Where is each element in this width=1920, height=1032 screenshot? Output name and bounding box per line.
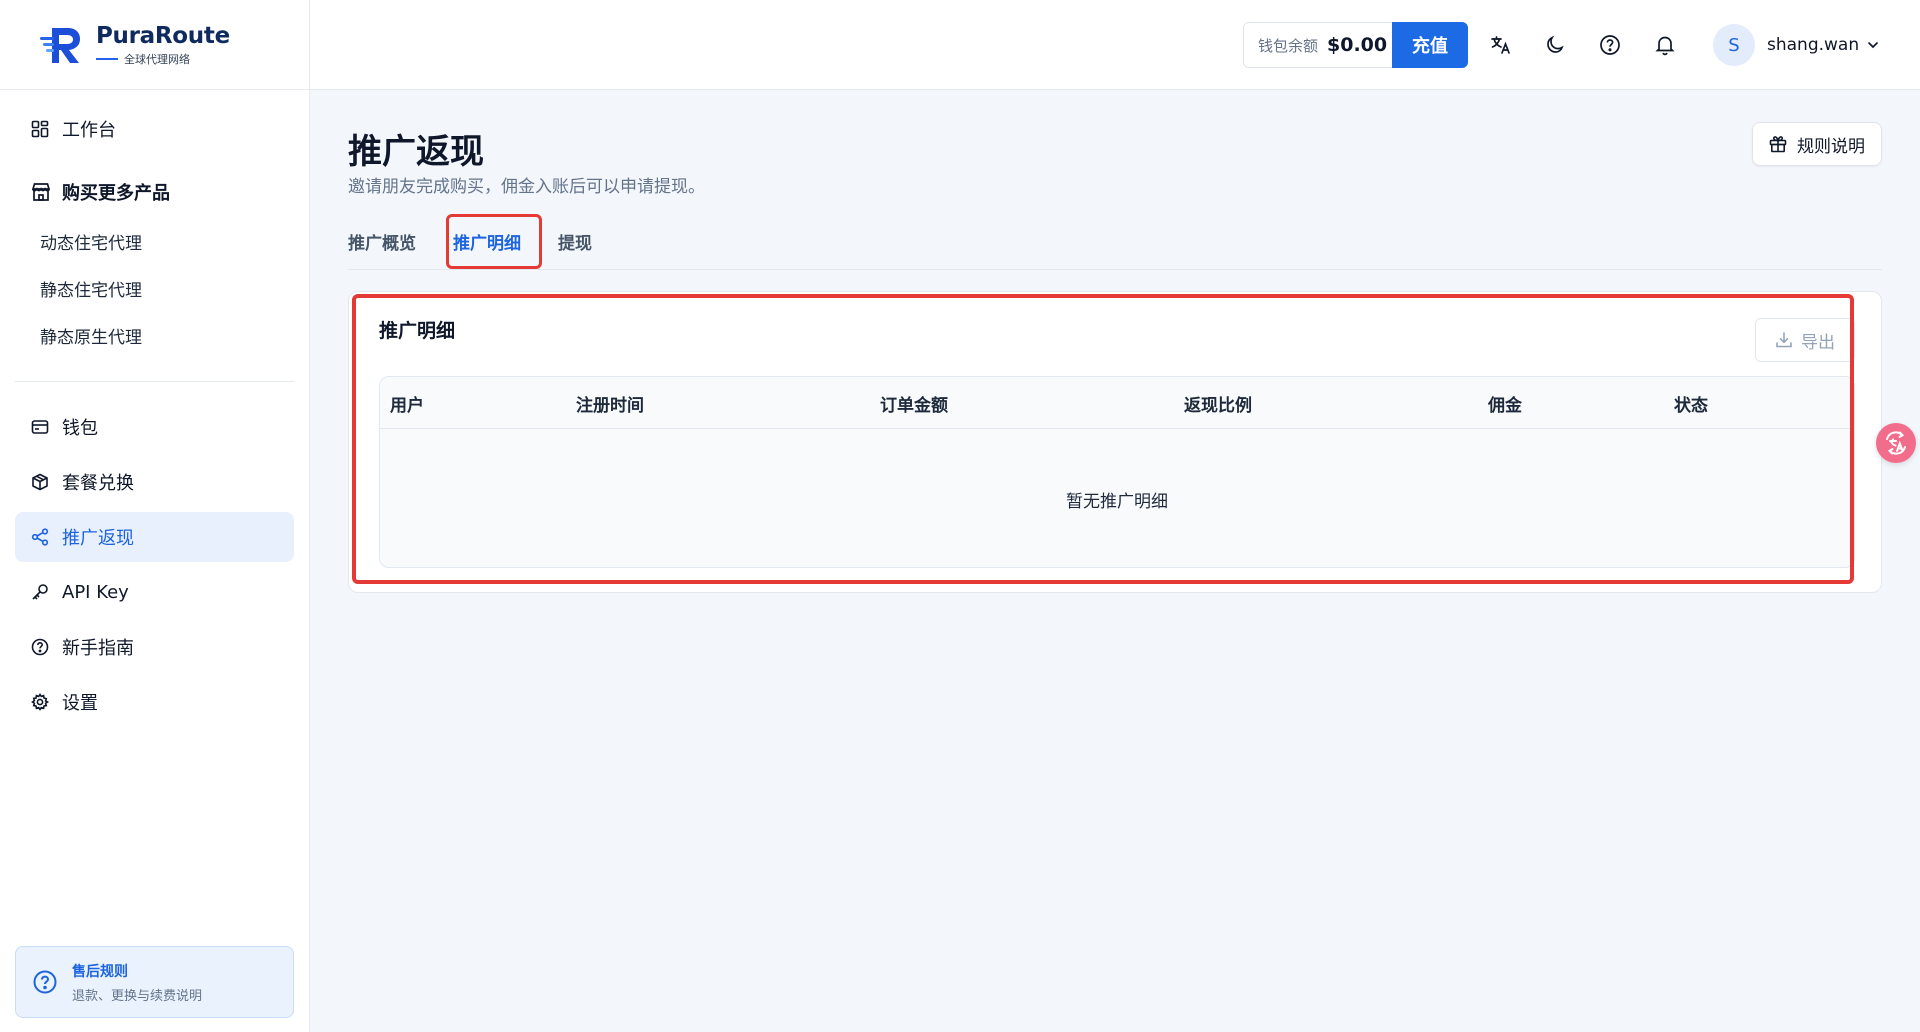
tab-overview[interactable]: 推广概览 <box>348 212 416 270</box>
dark-mode-moon-icon[interactable] <box>1544 33 1568 57</box>
sidebar-divider <box>15 381 294 382</box>
sidebar-item-static-residential[interactable]: 静态住宅代理 <box>15 265 294 312</box>
brand-name: PuraRoute <box>96 22 230 49</box>
sidebar: PuraRoute 全球代理网络 工作台 购买更多产品 动态住宅代理 静态住宅代… <box>0 0 310 1032</box>
after-sales-subtitle: 退款、更换与续费说明 <box>72 988 203 1004</box>
share-icon <box>30 527 50 547</box>
gear-icon <box>30 692 50 712</box>
sidebar-item-label: 新手指南 <box>62 638 134 659</box>
help-circle-icon <box>30 637 50 657</box>
after-sales-rules-card[interactable]: 售后规则 退款、更换与续费说明 <box>15 946 294 1018</box>
avatar[interactable]: S <box>1713 24 1755 66</box>
sidebar-item-wallet[interactable]: 钱包 <box>15 402 294 452</box>
sidebar-item-label: 钱包 <box>62 418 98 439</box>
floating-translate-icon[interactable] <box>1876 423 1916 463</box>
sidebar-item-label: API Key <box>62 581 129 603</box>
active-tab-highlight <box>446 214 542 269</box>
rules-button-label: 规则说明 <box>1797 136 1865 157</box>
details-card-highlight <box>352 294 1854 584</box>
store-icon <box>30 181 52 203</box>
sidebar-nav: 工作台 购买更多产品 动态住宅代理 静态住宅代理 静态原生代理 钱包 套餐兑换 <box>0 90 309 727</box>
page-title: 推广返现 <box>348 132 484 172</box>
username[interactable]: shang.wan <box>1767 35 1859 55</box>
sidebar-item-label: 工作台 <box>62 120 116 141</box>
rules-button[interactable]: 规则说明 <box>1752 122 1882 166</box>
sidebar-group-buy: 购买更多产品 <box>15 166 294 218</box>
logo-mark-icon <box>38 22 84 68</box>
gift-icon <box>1769 135 1787 153</box>
grid-icon <box>30 119 50 139</box>
sidebar-item-settings[interactable]: 设置 <box>15 677 294 727</box>
sidebar-item-dynamic-residential[interactable]: 动态住宅代理 <box>15 218 294 265</box>
sidebar-item-referral[interactable]: 推广返现 <box>15 512 294 562</box>
sidebar-item-label: 套餐兑换 <box>62 473 134 494</box>
translate-icon[interactable] <box>1489 33 1513 57</box>
brand-logo[interactable]: PuraRoute 全球代理网络 <box>0 0 309 90</box>
brand-tagline: 全球代理网络 <box>96 51 230 67</box>
wallet-icon <box>30 417 50 437</box>
sidebar-group-label: 购买更多产品 <box>62 183 170 204</box>
key-icon <box>30 582 50 602</box>
sidebar-item-label: 推广返现 <box>62 528 134 549</box>
package-icon <box>30 472 50 492</box>
chevron-down-icon[interactable] <box>1865 37 1881 53</box>
bell-icon[interactable] <box>1653 33 1677 57</box>
tab-withdraw[interactable]: 提现 <box>558 212 592 270</box>
wallet-balance-amount: $0.00 <box>1327 34 1388 56</box>
sidebar-item-label: 设置 <box>62 693 98 714</box>
after-sales-title: 售后规则 <box>72 963 128 980</box>
wallet-balance-label: 钱包余额 <box>1258 36 1319 55</box>
recharge-button[interactable]: 充值 <box>1392 22 1468 68</box>
sidebar-item-guide[interactable]: 新手指南 <box>15 622 294 672</box>
page-description: 邀请朋友完成购买，佣金入账后可以申请提现。 <box>348 177 705 197</box>
tab-bar: 推广概览 推广明细 提现 <box>348 212 1882 270</box>
top-header: 钱包余额 $0.00 充值 S shang.wan <box>310 0 1920 90</box>
sidebar-item-package-redeem[interactable]: 套餐兑换 <box>15 457 294 507</box>
help-circle-icon[interactable] <box>1598 33 1622 57</box>
sidebar-item-static-native[interactable]: 静态原生代理 <box>15 312 294 359</box>
sidebar-item-dashboard[interactable]: 工作台 <box>15 104 294 154</box>
sidebar-item-api-key[interactable]: API Key <box>15 567 294 617</box>
help-circle-icon <box>32 969 58 995</box>
